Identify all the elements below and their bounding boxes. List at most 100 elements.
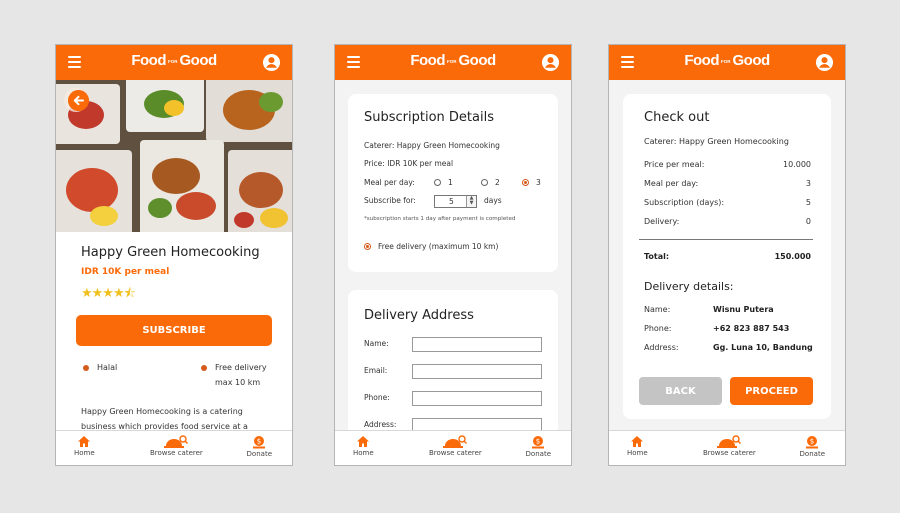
nav-browse-label: Browse caterer [150, 449, 203, 457]
meal-price: IDR 10K per meal [81, 267, 170, 277]
bottom-nav: Home Browse caterer $ Donate [335, 430, 571, 465]
days-unit: days [484, 196, 502, 205]
donate-icon: $ [253, 436, 266, 449]
delivery-label: Delivery: [644, 217, 680, 226]
caterer-detail-screen: Food FOR Good Happy Green Homecooking ID… [55, 44, 293, 466]
price-per-meal-label: Price per meal: [644, 160, 705, 169]
days-stepper[interactable]: 5 ▲ ▼ [434, 195, 477, 208]
email-field[interactable] [412, 364, 542, 379]
feature-halal: Halal [97, 363, 118, 372]
halal-bullet [83, 365, 89, 371]
svg-text:$: $ [257, 438, 261, 446]
subscription-note: *subscription starts 1 day after payment… [364, 216, 516, 222]
subscription-days-value: 5 [805, 198, 811, 207]
bottom-nav: Home Browse caterer $ Donate [56, 430, 292, 465]
nav-donate-label: Donate [525, 450, 551, 458]
meal-option-2-radio[interactable] [481, 179, 488, 186]
nav-home-label: Home [74, 449, 95, 457]
home-icon [631, 436, 644, 447]
feature-delivery-range: max 10 km [215, 378, 261, 387]
donate-icon: $ [806, 436, 819, 449]
recipient-phone-value: +62 823 887 543 [713, 324, 790, 333]
delivery-value: 0 [805, 217, 811, 226]
email-label: Email: [364, 366, 388, 375]
free-delivery-label: Free delivery (maximum 10 km) [378, 242, 499, 251]
meal-per-day-label: Meal per day: [644, 179, 699, 188]
nav-donate[interactable]: $ Donate [526, 435, 551, 458]
nav-home[interactable]: Home [74, 435, 95, 457]
delivery-address-title: Delivery Address [364, 308, 474, 323]
nav-browse-caterer[interactable]: Browse caterer [429, 435, 482, 457]
home-icon [78, 436, 91, 447]
bottom-nav: Home Browse caterer $ Donate [609, 430, 845, 465]
nav-donate[interactable]: $ Donate [800, 435, 825, 458]
home-icon [357, 436, 370, 447]
proceed-button[interactable]: PROCEED [730, 377, 813, 405]
subscription-screen: Food FOR Good Subscription Details Caterer… [334, 44, 572, 466]
account-icon[interactable] [815, 53, 834, 72]
nav-home[interactable]: Home [627, 435, 648, 457]
meal-option-2-label: 2 [495, 178, 500, 187]
days-value: 5 [449, 197, 454, 206]
back-button[interactable]: BACK [639, 377, 722, 405]
nav-donate[interactable]: $ Donate [247, 435, 272, 458]
recipient-name-label: Name: [644, 305, 671, 314]
recipient-address-label: Address: [644, 343, 679, 352]
meal-option-3-radio[interactable] [522, 179, 529, 186]
stepper-arrows-icon[interactable]: ▲ ▼ [466, 196, 476, 207]
feature-free-delivery: Free delivery [215, 363, 267, 372]
food-photo [56, 80, 292, 232]
browse-caterer-icon [717, 435, 742, 448]
app-logo: Food FOR Good [684, 52, 770, 69]
nav-browse-caterer[interactable]: Browse caterer [703, 435, 756, 457]
phone-label: Phone: [364, 393, 390, 402]
nav-browse-caterer[interactable]: Browse caterer [150, 435, 203, 457]
app-logo: Food FOR Good [410, 52, 496, 69]
subscription-title: Subscription Details [364, 110, 494, 125]
subscribe-button[interactable]: SUBSCRIBE [76, 315, 272, 346]
top-bar: Food FOR Good [335, 45, 571, 80]
subscription-days-label: Subscription (days): [644, 198, 725, 207]
meal-per-day-label: Meal per day: [364, 178, 415, 187]
nav-browse-label: Browse caterer [429, 449, 482, 457]
svg-text:$: $ [810, 438, 814, 446]
price-line: Price: IDR 10K per meal [364, 159, 454, 168]
total-label: Total: [644, 252, 670, 261]
donate-icon: $ [532, 436, 545, 449]
subscribe-for-label: Subscribe for: [364, 196, 416, 205]
delivery-details-title: Delivery details: [644, 280, 734, 293]
name-label: Name: [364, 339, 389, 348]
phone-field[interactable] [412, 391, 542, 406]
free-delivery-radio[interactable] [364, 243, 371, 250]
nav-home-label: Home [627, 449, 648, 457]
free-delivery-bullet [201, 365, 207, 371]
app-logo: Food FOR Good [131, 52, 217, 69]
meal-option-1-radio[interactable] [434, 179, 441, 186]
svg-text:$: $ [536, 438, 540, 446]
checkout-title: Check out [644, 110, 710, 125]
account-icon[interactable] [541, 53, 560, 72]
recipient-phone-label: Phone: [644, 324, 672, 333]
meal-option-1-label: 1 [448, 178, 453, 187]
total-divider [639, 239, 813, 240]
subscription-details-card: Subscription Details Caterer: Happy Gree… [348, 94, 558, 272]
nav-home[interactable]: Home [353, 435, 374, 457]
nav-donate-label: Donate [246, 450, 272, 458]
caterer-line: Caterer: Happy Green Homecooking [644, 137, 789, 146]
browse-caterer-icon [443, 435, 468, 448]
browse-caterer-icon [164, 435, 189, 448]
recipient-name-value: Wisnu Putera [713, 305, 774, 314]
meal-per-day-value: 3 [805, 179, 811, 188]
nav-browse-label: Browse caterer [703, 449, 756, 457]
delivery-address-card: Delivery Address Name: Email: Phone: Add… [348, 290, 558, 450]
total-value: 150.000 [774, 252, 811, 261]
back-arrow-icon[interactable] [68, 90, 89, 111]
checkout-screen: Food FOR Good Check out Caterer: Happy Gre… [608, 44, 846, 466]
checkout-card: Check out Caterer: Happy Green Homecooki… [623, 94, 831, 419]
caterer-line: Caterer: Happy Green Homecooking [364, 141, 500, 150]
caterer-name: Happy Green Homecooking [81, 245, 260, 260]
name-field[interactable] [412, 337, 542, 352]
address-label: Address: [364, 420, 397, 429]
top-bar: Food FOR Good [609, 45, 845, 80]
account-icon[interactable] [262, 53, 281, 72]
